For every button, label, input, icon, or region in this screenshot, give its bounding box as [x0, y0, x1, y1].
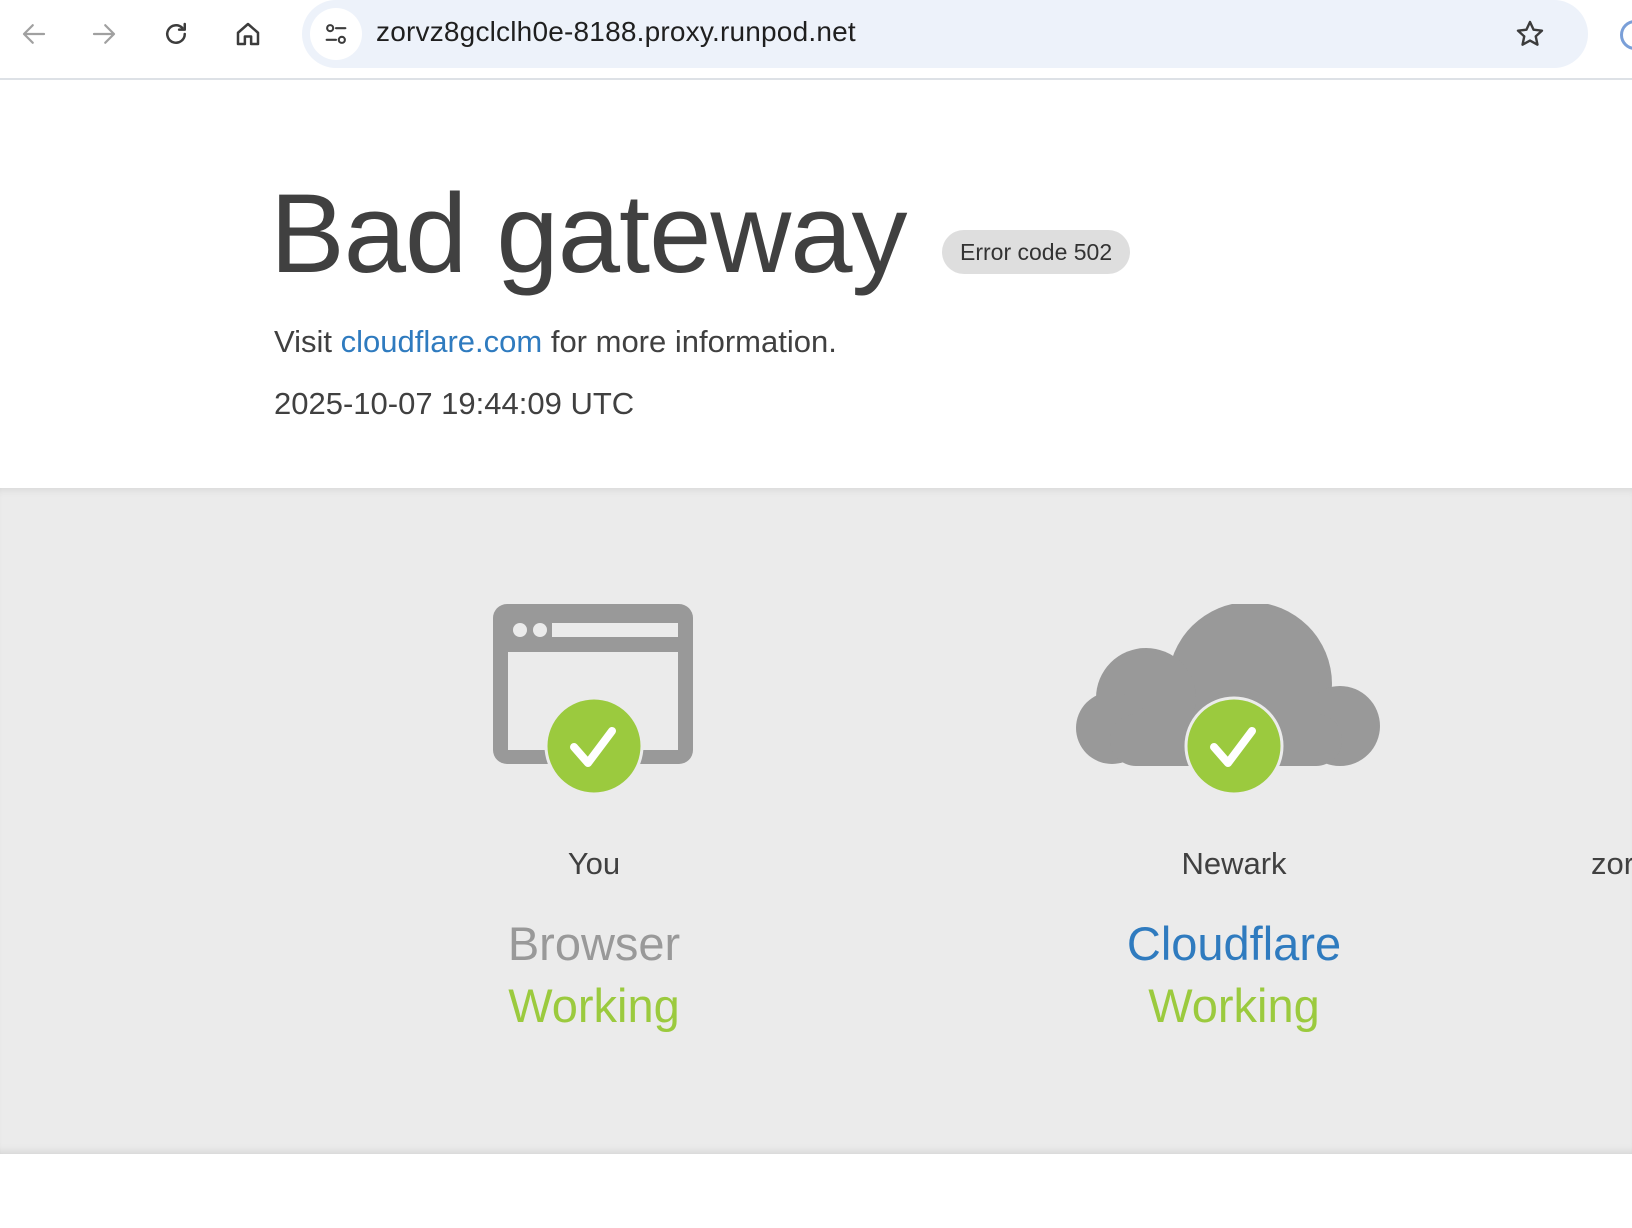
- cloudflare-node-link[interactable]: Cloudflare: [1024, 916, 1444, 971]
- info-line: Visit cloudflare.com for more informatio…: [274, 324, 837, 360]
- forward-arrow-icon: [92, 24, 116, 44]
- page-title: Bad gateway: [270, 171, 908, 296]
- node-location: Newark: [1181, 846, 1287, 881]
- bookmark-button[interactable]: [1510, 14, 1550, 54]
- node-status: Working: [508, 979, 680, 1032]
- home-button[interactable]: [228, 14, 268, 54]
- cloud-icon: [1076, 604, 1380, 796]
- site-info-button[interactable]: [310, 8, 362, 60]
- node-browser: You Browser Working: [384, 488, 804, 1154]
- error-timestamp: 2025-10-07 19:44:09 UTC: [274, 386, 635, 421]
- info-prefix: Visit: [274, 324, 341, 359]
- node-cloudflare: Newark Cloudflare Working: [1024, 488, 1444, 1154]
- error-code-badge: Error code 502: [942, 230, 1131, 274]
- status-section: You Browser Working Newark Cloudflare Wo…: [0, 488, 1632, 1154]
- home-icon: [236, 22, 260, 46]
- site-info-icon: [325, 24, 347, 44]
- url-text[interactable]: zorvz8gclclh0e-8188.proxy.runpod.net: [376, 16, 856, 48]
- star-icon: [1516, 20, 1544, 46]
- error-header: Bad gateway Error code 502 Visit cloudfl…: [0, 80, 1632, 488]
- cloudflare-link[interactable]: cloudflare.com: [341, 324, 543, 359]
- node-host-location: zor: [1591, 846, 1632, 881]
- back-button[interactable]: [14, 14, 54, 54]
- address-bar[interactable]: zorvz8gclclh0e-8188.proxy.runpod.net: [302, 0, 1588, 68]
- reload-icon: [166, 22, 186, 44]
- profile-avatar[interactable]: [1620, 20, 1632, 50]
- node-name: Browser: [507, 917, 681, 970]
- info-suffix: for more information.: [542, 324, 837, 359]
- forward-button[interactable]: [84, 14, 124, 54]
- back-arrow-icon: [22, 24, 46, 44]
- reload-button[interactable]: [156, 14, 196, 54]
- browser-window-icon: [493, 604, 693, 796]
- node-status: Working: [1148, 979, 1320, 1032]
- browser-toolbar: zorvz8gclclh0e-8188.proxy.runpod.net: [0, 0, 1632, 80]
- node-location: You: [567, 846, 621, 881]
